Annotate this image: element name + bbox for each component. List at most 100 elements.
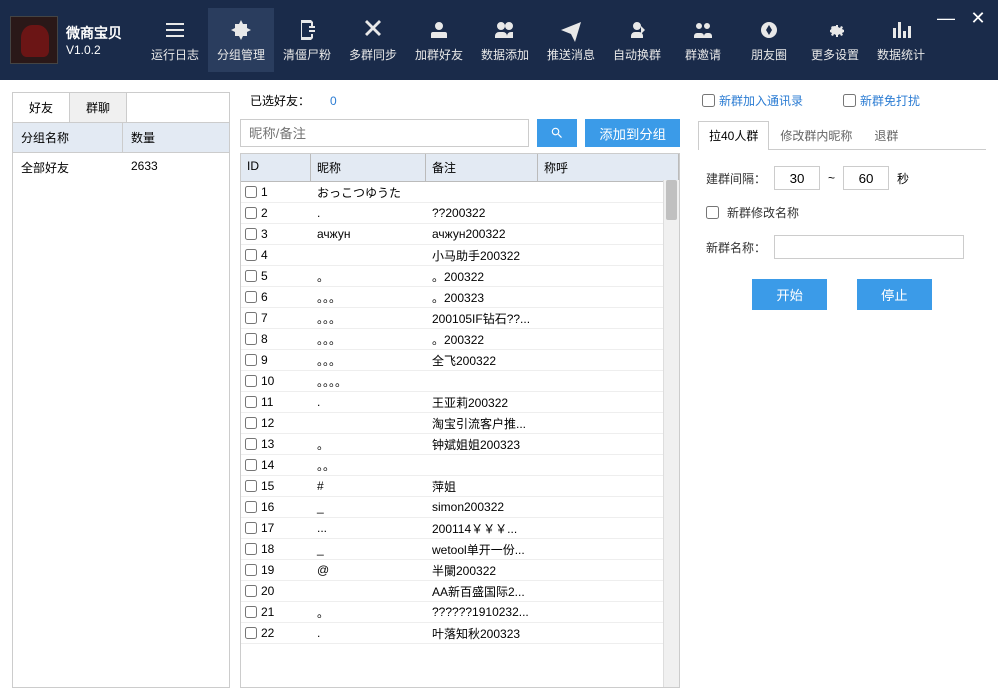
table-row[interactable]: 22.叶落知秋200323: [241, 623, 679, 644]
row-checkbox[interactable]: [245, 480, 257, 492]
interval-label: 建群间隔：: [706, 170, 766, 187]
group-manage-icon: [229, 18, 253, 42]
row-checkbox[interactable]: [245, 459, 257, 471]
toolbar-add-group-friend[interactable]: 加群好友: [406, 8, 472, 72]
row-nick: 。。: [311, 455, 426, 476]
row-checkbox[interactable]: [245, 417, 257, 429]
row-checkbox[interactable]: [245, 606, 257, 618]
col-remark: 备注: [426, 154, 538, 181]
row-id: 5: [261, 269, 268, 283]
row-checkbox[interactable]: [245, 354, 257, 366]
start-button[interactable]: 开始: [752, 279, 827, 310]
tab-groups[interactable]: 群聊: [70, 93, 127, 122]
row-checkbox[interactable]: [245, 585, 257, 597]
app-version: V1.0.2: [66, 43, 122, 57]
row-checkbox[interactable]: [245, 375, 257, 387]
toolbar-statistics[interactable]: 数据统计: [868, 8, 934, 72]
toolbar-push-msg[interactable]: 推送消息: [538, 8, 604, 72]
row-checkbox[interactable]: [245, 249, 257, 261]
toolbar-auto-switch[interactable]: 自动换群: [604, 8, 670, 72]
toolbar-more-settings[interactable]: 更多设置: [802, 8, 868, 72]
row-checkbox[interactable]: [245, 312, 257, 324]
chk-add-contacts[interactable]: [702, 94, 715, 107]
table-row[interactable]: 19@半闌200322: [241, 560, 679, 581]
tab-exit[interactable]: 退群: [863, 121, 909, 149]
tab-pull40[interactable]: 拉40人群: [698, 121, 769, 150]
row-id: 22: [261, 626, 274, 640]
row-checkbox[interactable]: [245, 564, 257, 576]
row-checkbox[interactable]: [245, 207, 257, 219]
table-row[interactable]: 10。。。。: [241, 371, 679, 392]
add-to-group-button[interactable]: 添加到分组: [585, 119, 680, 147]
interval-max-input[interactable]: [843, 166, 889, 190]
table-row[interactable]: 4小马助手200322: [241, 245, 679, 266]
row-checkbox[interactable]: [245, 627, 257, 639]
row-id: 2: [261, 206, 268, 220]
row-nick: @: [311, 561, 426, 579]
row-checkbox[interactable]: [245, 522, 257, 534]
toolbar-log[interactable]: 运行日志: [142, 8, 208, 72]
new-name-input[interactable]: [774, 235, 964, 259]
table-row[interactable]: 16_simon200322: [241, 497, 679, 518]
row-checkbox[interactable]: [245, 333, 257, 345]
table-row[interactable]: 9。。。全飞200322: [241, 350, 679, 371]
selected-label: 已选好友：: [250, 92, 310, 109]
right-top-checks: 新群加入通讯录 新群免打扰: [698, 92, 986, 109]
toolbar-moments[interactable]: 朋友圈: [736, 8, 802, 72]
tab-rename[interactable]: 修改群内昵称: [769, 121, 863, 149]
toolbar-group-invite[interactable]: 群邀请: [670, 8, 736, 72]
table-row[interactable]: 3ачжуначжун200322: [241, 224, 679, 245]
group-list-header: 分组名称 数量: [13, 123, 229, 153]
search-button[interactable]: [537, 119, 577, 147]
table-row[interactable]: 20AA新百盛国际2...: [241, 581, 679, 602]
interval-min-input[interactable]: [774, 166, 820, 190]
table-row[interactable]: 14。。: [241, 455, 679, 476]
table-row[interactable]: 11.王亚莉200322: [241, 392, 679, 413]
scrollbar-thumb[interactable]: [666, 180, 677, 220]
minimize-button[interactable]: —: [936, 8, 956, 29]
tab-friends[interactable]: 好友: [13, 93, 70, 123]
row-id: 16: [261, 500, 274, 514]
table-row[interactable]: 8。。。。200322: [241, 329, 679, 350]
row-checkbox[interactable]: [245, 543, 257, 555]
toolbar-data-add[interactable]: 数据添加: [472, 8, 538, 72]
chk-modify-name-label: 新群修改名称: [727, 204, 799, 221]
table-row[interactable]: 21。??????1910232...: [241, 602, 679, 623]
table-row[interactable]: 15#萍姐: [241, 476, 679, 497]
vertical-scrollbar[interactable]: [663, 180, 679, 687]
row-checkbox[interactable]: [245, 501, 257, 513]
stop-button[interactable]: 停止: [857, 279, 932, 310]
table-row[interactable]: 17...200114￥￥￥...: [241, 518, 679, 539]
search-input[interactable]: [240, 119, 529, 147]
toolbar-group-manage[interactable]: 分组管理: [208, 8, 274, 72]
close-button[interactable]: ✕: [968, 8, 988, 29]
chk-modify-name[interactable]: [706, 206, 719, 219]
table-row[interactable]: 6。。。。200323: [241, 287, 679, 308]
row-checkbox[interactable]: [245, 228, 257, 240]
toolbar-clean-zombie[interactable]: 清僵尸粉: [274, 8, 340, 72]
table-row[interactable]: 1おっこつゆうた: [241, 182, 679, 203]
row-nick: 。。。: [311, 287, 426, 308]
group-row[interactable]: 全部好友 2633: [13, 153, 229, 182]
table-row[interactable]: 5。。200322: [241, 266, 679, 287]
table-row[interactable]: 2.??200322: [241, 203, 679, 224]
push-msg-icon: [559, 18, 583, 42]
table-row[interactable]: 7。。。200105IF钻石??...: [241, 308, 679, 329]
search-icon: [550, 126, 564, 140]
toolbar-label: 自动换群: [613, 46, 661, 63]
chk-no-disturb[interactable]: [843, 94, 856, 107]
row-checkbox[interactable]: [245, 270, 257, 282]
data-add-icon: [493, 18, 517, 42]
row-nick: [311, 589, 426, 593]
row-checkbox[interactable]: [245, 186, 257, 198]
interval-unit: 秒: [897, 170, 909, 187]
row-checkbox[interactable]: [245, 438, 257, 450]
main-toolbar: 运行日志分组管理清僵尸粉多群同步加群好友数据添加推送消息自动换群群邀请朋友圈更多…: [142, 8, 934, 72]
row-checkbox[interactable]: [245, 291, 257, 303]
table-row[interactable]: 18_wetool单开一份...: [241, 539, 679, 560]
row-checkbox[interactable]: [245, 396, 257, 408]
toolbar-multi-sync[interactable]: 多群同步: [340, 8, 406, 72]
table-row[interactable]: 13。钟斌姐姐200323: [241, 434, 679, 455]
statistics-icon: [889, 18, 913, 42]
table-row[interactable]: 12淘宝引流客户推...: [241, 413, 679, 434]
